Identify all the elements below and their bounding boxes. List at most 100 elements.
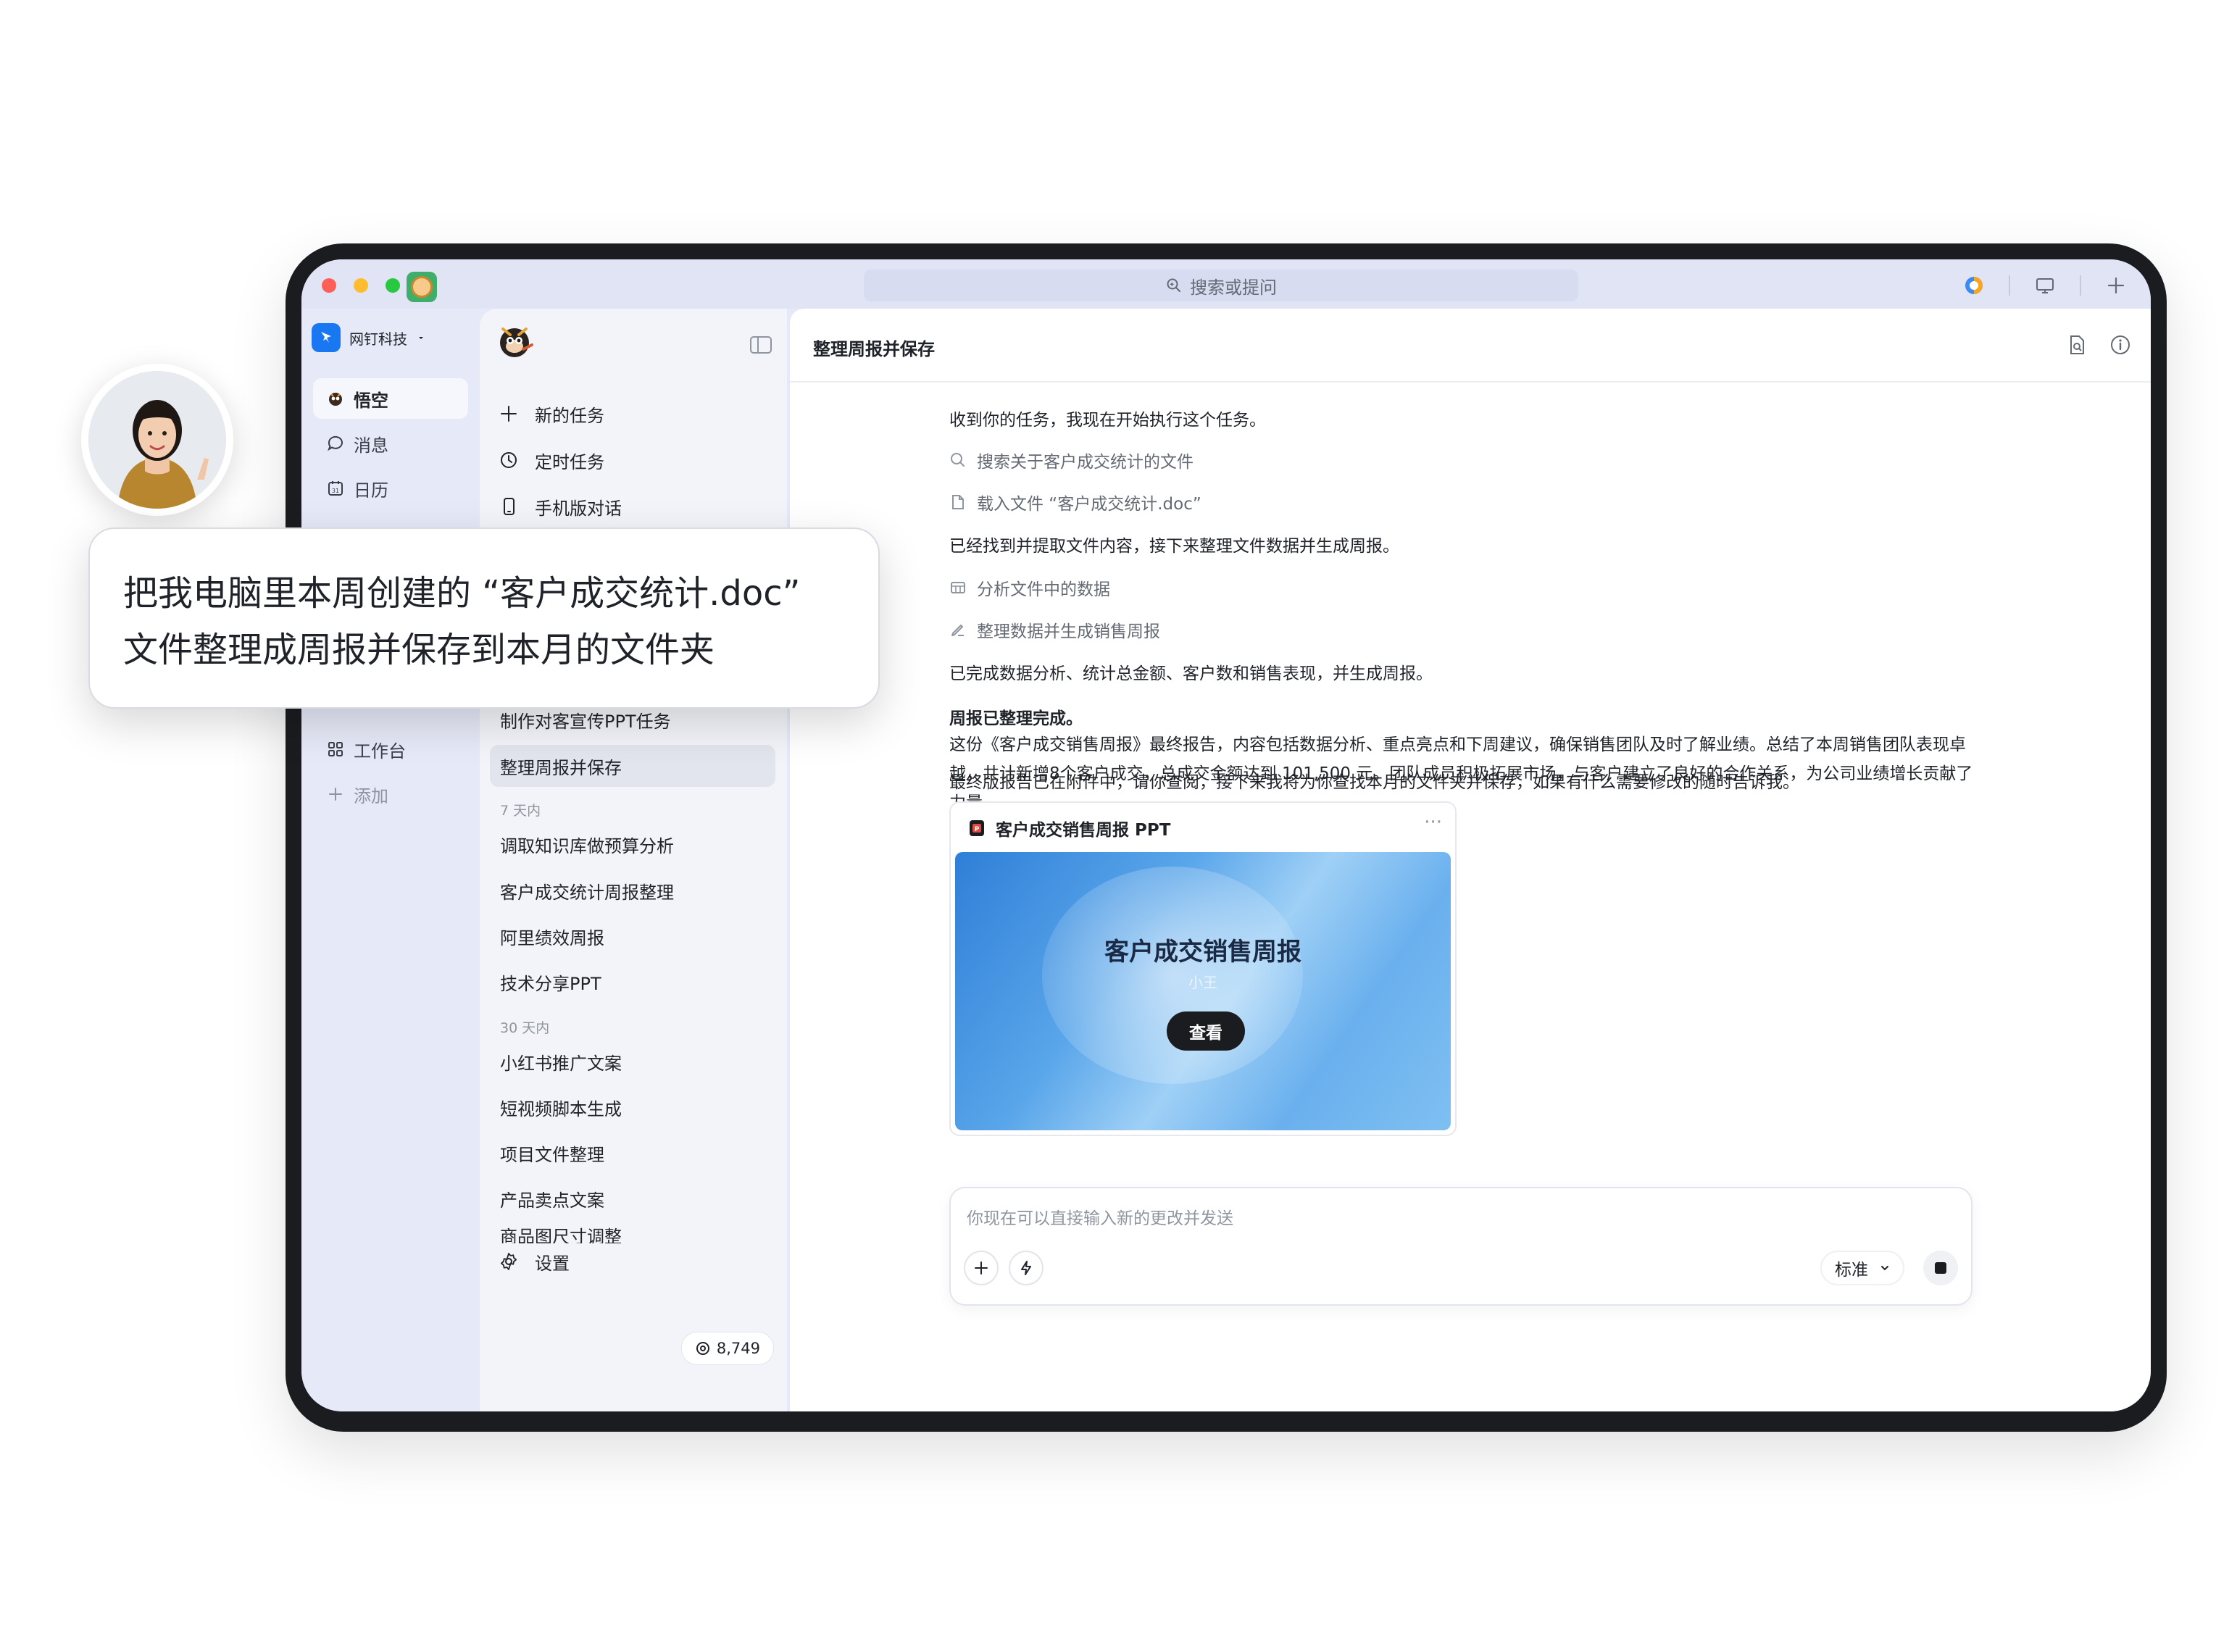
action-label: 新的任务: [535, 405, 604, 426]
settings-label: 设置: [535, 1253, 570, 1274]
sidebar-collapse-icon[interactable]: [749, 335, 772, 355]
chevron-down-icon: [1881, 1266, 1888, 1271]
close-window-button[interactable]: [322, 278, 336, 293]
nav-item-messages[interactable]: 消息: [313, 423, 468, 464]
task-item[interactable]: 客户成交统计周报整理: [490, 869, 775, 911]
coin-icon: [696, 1342, 709, 1355]
ppt-file-icon: P: [970, 820, 984, 836]
calendar-icon: 31: [328, 481, 343, 496]
speaker-avatar-ring: [81, 364, 233, 516]
search-placeholder: 搜索或提问: [1190, 277, 1277, 298]
nav-item-workbench[interactable]: 工作台: [313, 729, 468, 769]
attachment-card[interactable]: P 客户成交销售周报 PPT ··· 客户成交销售周报 小王 查看: [949, 801, 1457, 1136]
points-badge[interactable]: 8,749: [680, 1332, 774, 1365]
group-label-7-days: 7 天内: [500, 803, 541, 819]
message-text: 已经找到并提取文件内容，接下来整理文件数据并生成周报。: [949, 537, 1399, 556]
mode-value: 标准: [1835, 1261, 1868, 1280]
nav-item-add[interactable]: 添加: [313, 774, 468, 814]
scheduled-task-button[interactable]: 定时任务: [499, 442, 604, 478]
message-composer[interactable]: 你现在可以直接输入新的更改并发送 标准: [949, 1187, 1973, 1306]
nav-label: 工作台: [354, 741, 406, 762]
task-item-label: 技术分享PPT: [500, 973, 601, 994]
task-item[interactable]: 技术分享PPT: [490, 961, 775, 1003]
task-item-label: 阿里绩效周报: [500, 927, 604, 948]
user-avatar-icon[interactable]: [407, 272, 437, 302]
task-item-active[interactable]: 整理周报并保存: [490, 745, 775, 787]
step-load-file: 载入文件 “客户成交统计.doc”: [949, 490, 1201, 514]
attachment-name: 客户成交销售周报 PPT: [996, 821, 1171, 840]
stop-icon: [1935, 1262, 1946, 1274]
nav-item-wukong[interactable]: 悟空: [313, 378, 468, 419]
message-text: 收到你的任务，我现在开始执行这个任务。: [949, 411, 1266, 430]
task-item[interactable]: 阿里绩效周报: [490, 915, 775, 957]
task-item-label: 小红书推广文案: [500, 1053, 622, 1074]
task-item[interactable]: 短视频脚本生成: [490, 1086, 775, 1128]
attach-button[interactable]: [964, 1251, 999, 1285]
org-switcher[interactable]: 网钉科技: [312, 323, 426, 352]
wukong-logo-icon: [500, 328, 533, 357]
speaker-avatar: [88, 371, 226, 509]
new-task-button[interactable]: 新的任务: [499, 396, 604, 432]
lightning-icon: [1021, 1261, 1031, 1275]
task-item[interactable]: 调取知识库做预算分析: [490, 823, 775, 865]
action-label: 手机版对话: [535, 498, 622, 519]
mobile-chat-button[interactable]: 手机版对话: [499, 488, 622, 525]
new-tab-plus-icon[interactable]: [2100, 270, 2132, 301]
minimize-window-button[interactable]: [354, 278, 368, 293]
clock-icon: [501, 452, 517, 468]
task-item-label: 客户成交统计周报整理: [500, 882, 674, 903]
step-label: 分析文件中的数据: [977, 580, 1110, 599]
task-item[interactable]: 小红书推广文案: [490, 1040, 775, 1082]
message-text: 已完成数据分析、统计总金额、客户数和销售表现，并生成周报。: [949, 664, 1433, 683]
ai-search-icon: [1167, 278, 1180, 292]
gear-icon: [501, 1253, 517, 1270]
task-item-label: 整理周报并保存: [500, 757, 622, 778]
step-label: 载入文件 “客户成交统计.doc”: [977, 495, 1201, 514]
attachment-header: P 客户成交销售周报 PPT: [967, 816, 1170, 840]
nav-item-calendar[interactable]: 31 日历: [313, 468, 468, 509]
more-options-icon[interactable]: ···: [1424, 812, 1442, 833]
composer-placeholder[interactable]: 你现在可以直接输入新的更改并发送: [967, 1204, 1233, 1229]
stop-button[interactable]: [1923, 1251, 1958, 1285]
view-button[interactable]: 查看: [1167, 1011, 1245, 1051]
message-heading: 周报已整理完成。: [949, 709, 1083, 728]
pencil-icon: [951, 625, 964, 636]
settings-button[interactable]: 设置: [499, 1243, 774, 1280]
task-item-label: 项目文件整理: [500, 1144, 604, 1165]
nav-label: 添加: [354, 785, 388, 806]
message-text: 最终版报告已在附件中，请你查阅，接下来我将为你查找本月的文件夹并保存，如果有什么…: [949, 773, 1799, 792]
preview-title: 客户成交销售周报: [1104, 938, 1301, 967]
toolbar-divider: [2009, 275, 2010, 296]
svg-text:31: 31: [332, 488, 339, 494]
step-label: 搜索关于客户成交统计的文件: [977, 453, 1194, 472]
ai-assistant-icon[interactable]: [1958, 270, 1990, 301]
message-icon: [328, 435, 343, 451]
add-icon: [329, 788, 342, 801]
step-generate: 整理数据并生成销售周报: [949, 617, 1160, 642]
info-icon[interactable]: [2109, 333, 2132, 356]
step-search: 搜索关于客户成交统计的文件: [949, 448, 1194, 472]
search-bar[interactable]: 搜索或提问: [864, 270, 1578, 301]
org-name: 网钉科技: [349, 330, 407, 348]
bubble-text: 把我电脑里本周创建的 “客户成交统计.doc” 文件整理成周报并保存到本月的文件…: [123, 565, 800, 678]
search-icon: [951, 453, 965, 467]
speech-bubble: 把我电脑里本周创建的 “客户成交统计.doc” 文件整理成周报并保存到本月的文件…: [88, 527, 880, 709]
phone-icon: [504, 498, 515, 515]
toolbar-divider: [2080, 275, 2081, 296]
file-search-icon[interactable]: [2065, 333, 2088, 356]
quick-action-button[interactable]: [1009, 1251, 1043, 1285]
action-label: 定时任务: [535, 451, 604, 472]
spreadsheet-icon: [951, 582, 965, 593]
nav-label: 悟空: [354, 390, 388, 411]
screen-share-icon[interactable]: [2029, 270, 2061, 301]
task-item[interactable]: 项目文件整理: [490, 1132, 775, 1174]
maximize-window-button[interactable]: [386, 278, 400, 293]
ppt-preview[interactable]: 客户成交销售周报 小王 查看: [955, 852, 1451, 1130]
plus-icon: [501, 406, 517, 422]
step-analyze: 分析文件中的数据: [949, 575, 1110, 600]
mode-select[interactable]: 标准: [1820, 1251, 1904, 1285]
task-item[interactable]: 产品卖点文案: [490, 1177, 775, 1219]
woman-portrait-icon: [88, 371, 226, 509]
bubble-line-2: 文件整理成周报并保存到本月的文件夹: [123, 630, 715, 670]
step-label: 整理数据并生成销售周报: [977, 622, 1160, 641]
